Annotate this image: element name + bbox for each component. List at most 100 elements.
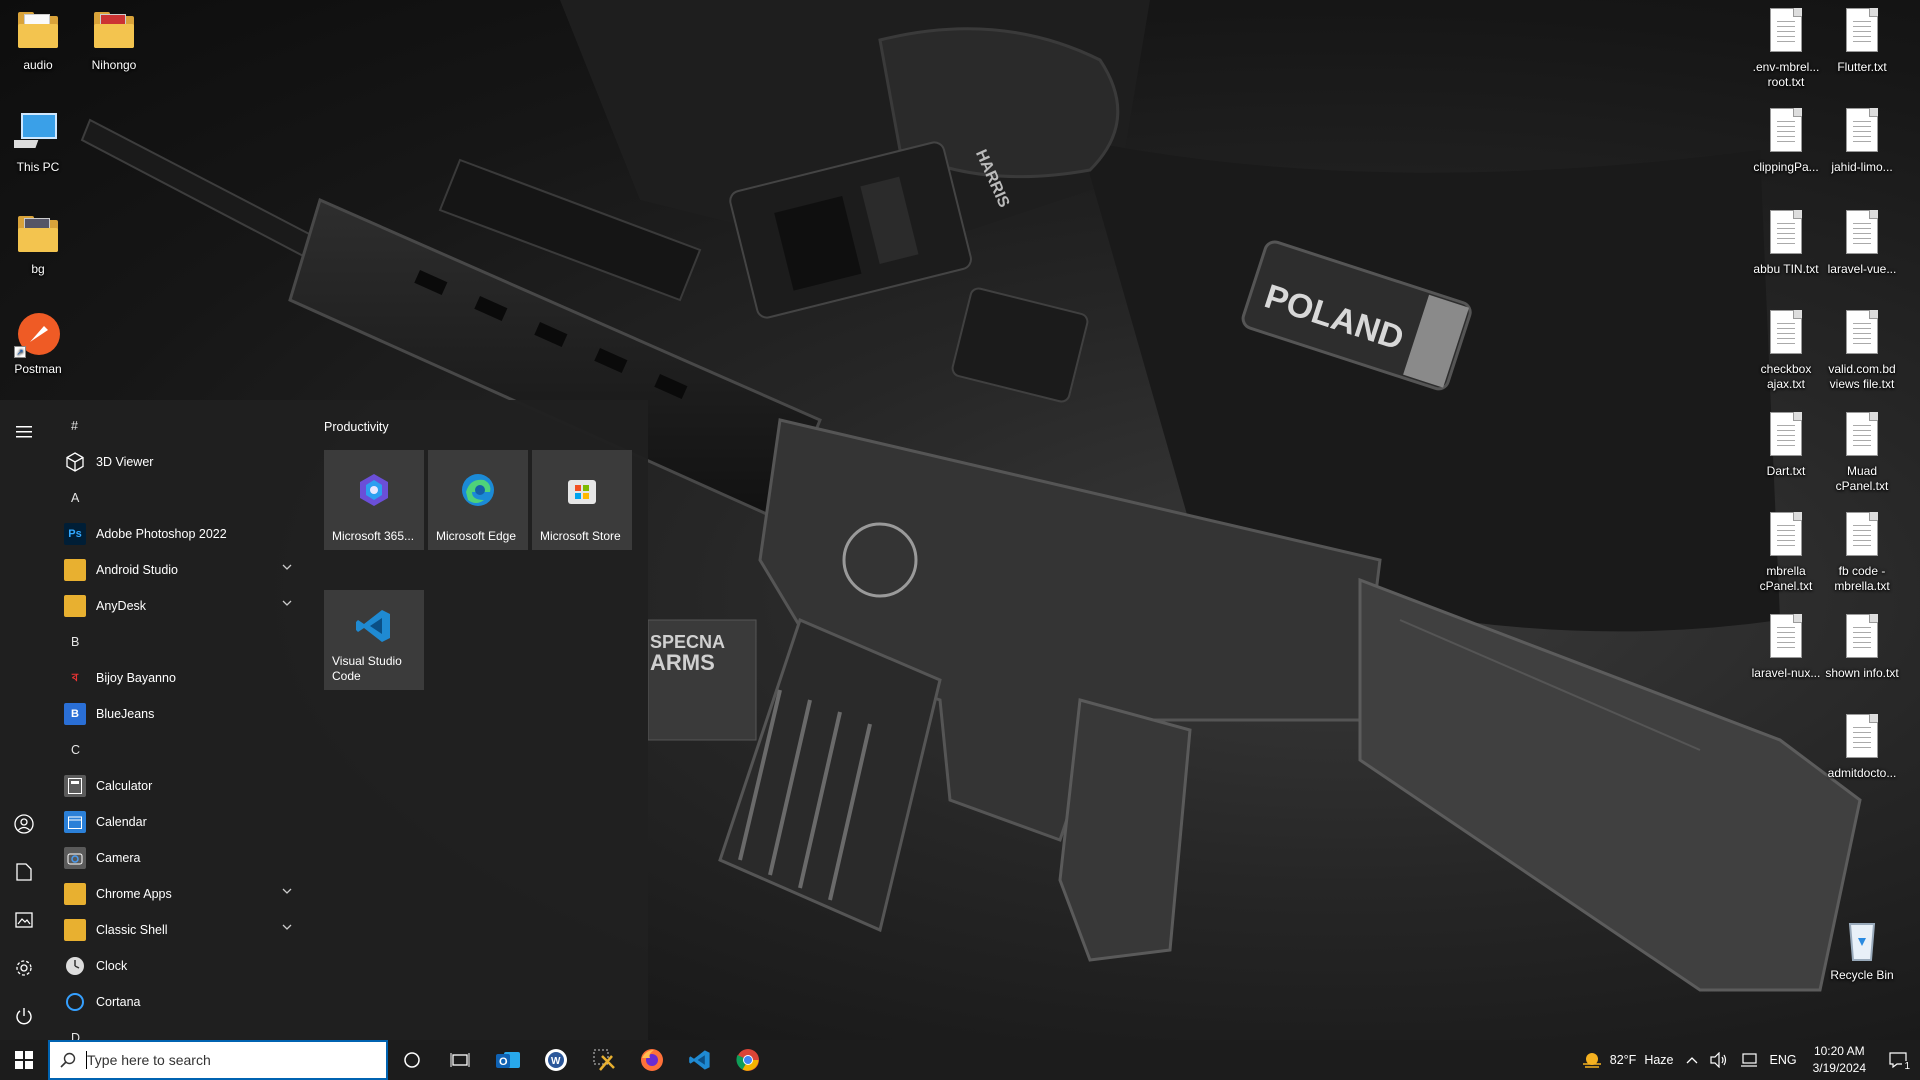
tile-label: Microsoft Edge [436,529,517,543]
app-3d-viewer[interactable]: 3D Viewer [48,444,308,480]
vscode-icon [354,606,394,646]
recycle-bin[interactable]: Recycle Bin [1824,916,1900,983]
desktop-file[interactable]: laravel-nux... [1748,614,1824,681]
desktop-file-label: abbu TIN.txt [1753,262,1819,276]
user-account-button[interactable] [0,800,48,848]
network-icon [1740,1053,1757,1067]
tile-microsoft-365[interactable]: Microsoft 365... [324,450,424,550]
desktop-icon-label: Nihongo [91,58,137,72]
desktop-file[interactable]: checkbox ajax.txt [1748,310,1824,392]
desktop-icon-this-pc[interactable]: This PC [0,108,76,175]
app-label: Adobe Photoshop 2022 [96,527,227,541]
app-bluejeans[interactable]: B BlueJeans [48,696,308,732]
pictures-button[interactable] [0,896,48,944]
chevron-down-icon [282,888,292,894]
app-folder-chrome-apps[interactable]: Chrome Apps [48,876,308,912]
cortana-button[interactable] [388,1040,436,1080]
computer-icon [5,108,62,156]
app-list-letter[interactable]: D [48,1020,308,1040]
app-calendar[interactable]: Calendar [48,804,308,840]
taskbar-app-word[interactable]: W [532,1040,580,1080]
language-indicator[interactable]: ENG [1764,1040,1803,1080]
brand-text-2: ARMS [650,650,715,675]
app-folder-anydesk[interactable]: AnyDesk [48,588,308,624]
gear-icon [16,960,32,976]
search-icon [60,1052,76,1068]
tile-label: Visual Studio Code [332,654,402,683]
network-button[interactable] [1734,1040,1764,1080]
clock-button[interactable]: 10:20 AM 3/19/2024 [1803,1040,1876,1080]
desktop-icon-postman[interactable]: ↗ Postman [0,310,76,377]
desktop-file[interactable]: Flutter.txt [1824,8,1900,75]
desktop-file[interactable]: abbu TIN.txt [1748,210,1824,277]
desktop-file-label: admitdocto... [1827,766,1897,780]
taskbar-search-box[interactable]: Type here to search [48,1040,388,1080]
taskbar-app-snipping-tool[interactable] [580,1040,628,1080]
hamburger-menu-button[interactable] [0,408,48,456]
desktop-icon-nihongo[interactable]: Nihongo [76,6,152,73]
cortana-icon [64,991,86,1013]
task-view-button[interactable] [436,1040,484,1080]
desktop-file[interactable]: fb code - mbrella.txt [1824,512,1900,594]
text-file-icon [1762,8,1810,56]
action-center-button[interactable]: 1 [1876,1040,1920,1080]
desktop-file[interactable]: Dart.txt [1748,412,1824,479]
edge-icon [458,470,498,510]
desktop-file[interactable]: valid.com.bd views file.txt [1824,310,1900,392]
desktop-file[interactable]: shown info.txt [1824,614,1900,681]
app-folder-classic-shell[interactable]: Classic Shell [48,912,308,948]
svg-text:O: O [499,1056,508,1068]
hamburger-icon [16,426,32,438]
tiles-area: Productivity Microsoft 365... Microsoft … [322,400,648,1040]
desktop-file[interactable]: Muad cPanel.txt [1824,412,1900,494]
desktop-file[interactable]: mbrella cPanel.txt [1748,512,1824,594]
desktop-file-label: Flutter.txt [1837,60,1887,74]
desktop-file[interactable]: clippingPa... [1748,108,1824,175]
app-adobe-photoshop[interactable]: Ps Adobe Photoshop 2022 [48,516,308,552]
desktop-file[interactable]: .env-mbrel... root.txt [1748,8,1824,90]
app-label: Chrome Apps [96,887,172,901]
app-clock[interactable]: Clock [48,948,308,984]
calendar-icon [64,811,86,833]
app-camera[interactable]: Camera [48,840,308,876]
app-list-letter[interactable]: # [48,408,308,444]
microsoft-365-icon [354,470,394,510]
tile-group-title[interactable]: Productivity [324,420,389,434]
text-file-icon [1762,512,1810,560]
desktop-file[interactable]: admitdocto... [1824,714,1900,781]
shortcut-arrow-icon: ↗ [14,346,26,358]
app-calculator[interactable]: Calculator [48,768,308,804]
desktop-file[interactable]: laravel-vue... [1824,210,1900,277]
cortana-circle-icon [404,1052,420,1068]
app-list: # 3D Viewer A Ps Adobe Photoshop 2022 An… [48,408,308,1040]
volume-button[interactable] [1704,1040,1734,1080]
tile-visual-studio-code[interactable]: Visual Studio Code [324,590,424,690]
app-list-letter[interactable]: C [48,732,308,768]
app-cortana[interactable]: Cortana [48,984,308,1020]
desktop-icon-audio[interactable]: audio [0,6,76,73]
taskbar-app-chrome[interactable] [724,1040,772,1080]
taskbar-app-outlook[interactable]: O [484,1040,532,1080]
app-label: Classic Shell [96,923,168,937]
app-folder-android-studio[interactable]: Android Studio [48,552,308,588]
app-list-letter[interactable]: B [48,624,308,660]
settings-button[interactable] [0,944,48,992]
tile-microsoft-edge[interactable]: Microsoft Edge [428,450,528,550]
app-label: Calculator [96,779,153,793]
tile-microsoft-store[interactable]: Microsoft Store [532,450,632,550]
power-button[interactable] [0,992,48,1040]
app-bijoy-bayanno[interactable]: ব Bijoy Bayanno [48,660,308,696]
app-label: 3D Viewer [96,455,154,469]
documents-button[interactable] [0,848,48,896]
taskbar-app-vscode[interactable] [676,1040,724,1080]
start-button[interactable] [0,1040,48,1080]
cube-icon [64,451,86,473]
weather-widget[interactable]: 82°F Haze [1574,1040,1680,1080]
start-menu: # 3D Viewer A Ps Adobe Photoshop 2022 An… [0,400,648,1040]
app-list-letter[interactable]: A [48,480,308,516]
chevron-down-icon [282,924,292,930]
show-hidden-icons-button[interactable] [1680,1040,1704,1080]
desktop-icon-bg[interactable]: bg [0,210,76,277]
taskbar-app-firefox[interactable] [628,1040,676,1080]
desktop-file[interactable]: jahid-limo... [1824,108,1900,175]
